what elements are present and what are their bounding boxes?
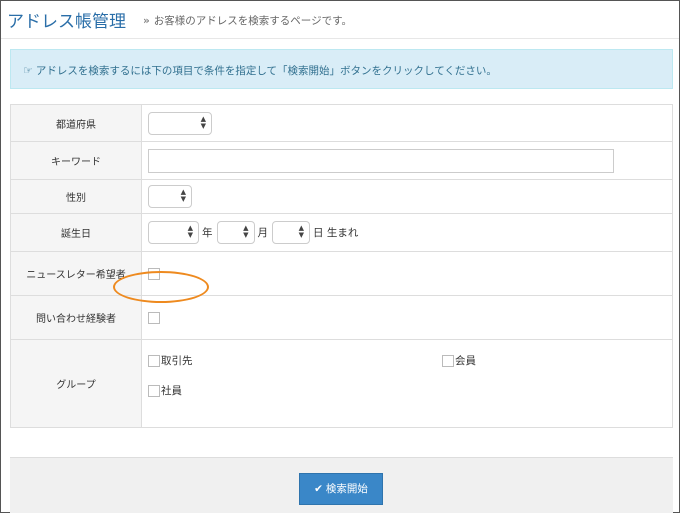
form-row-group: グループ 取引先 会員 社員 <box>10 339 673 428</box>
birth-month-select[interactable]: ▲ ▼ <box>216 221 255 244</box>
chevron-right-icon: » <box>143 15 150 27</box>
group-employee-checkbox[interactable] <box>148 385 160 397</box>
select-arrows-icon: ▲ ▼ <box>200 114 206 130</box>
form-row-birthday: 誕生日 ▲ ▼ 年 ▲ ▼ 月 ▲ ▼ 日 生まれ <box>10 213 673 252</box>
prefecture-label: 都道府県 <box>10 104 142 142</box>
group-employee-label: 社員 <box>161 385 182 397</box>
month-unit: 月 <box>257 227 269 239</box>
search-start-label: 検索開始 <box>325 483 368 495</box>
select-arrows-icon: ▲ ▼ <box>243 224 249 239</box>
group-member-label: 会員 <box>455 355 476 367</box>
inquiry-checkbox[interactable] <box>148 312 160 324</box>
inquiry-label: 問い合わせ経験者 <box>10 295 142 340</box>
select-arrows-icon: ▲ ▼ <box>298 224 304 239</box>
group-label: グループ <box>10 339 142 428</box>
form-row-prefecture: 都道府県 ▲ ▼ <box>10 104 673 142</box>
form-footer: ✔ 検索開始 <box>10 457 673 513</box>
search-start-button[interactable]: ✔ 検索開始 <box>299 473 383 505</box>
form-row-keyword: キーワード <box>10 141 673 180</box>
search-form-table: 都道府県 ▲ ▼ キーワード 性別 ▲ ▼ 誕生日 ▲ ▼ 年 ▲ ▼ 月 ▲ … <box>10 104 673 428</box>
check-icon: ✔ <box>314 483 323 495</box>
page-title: アドレス帳管理 <box>7 12 126 32</box>
group-option-client[interactable]: 取引先 <box>148 353 193 368</box>
group-client-label: 取引先 <box>161 355 193 367</box>
group-client-checkbox[interactable] <box>148 355 160 367</box>
prefecture-select[interactable]: ▲ ▼ <box>148 111 212 135</box>
birth-day-select[interactable]: ▲ ▼ <box>272 221 310 244</box>
form-row-inquiry: 問い合わせ経験者 <box>10 295 673 340</box>
birth-year-select[interactable]: ▲ ▼ <box>148 221 199 244</box>
gender-select[interactable]: ▲ ▼ <box>148 185 192 208</box>
highlight-ellipse <box>113 271 209 303</box>
keyword-label: キーワード <box>10 141 142 180</box>
form-row-newsletter: ニュースレター希望者 <box>10 251 673 296</box>
info-alert: ☞ アドレスを検索するには下の項目で条件を指定して「検索開始」ボタンをクリックして… <box>10 49 673 89</box>
page-frame: アドレス帳管理 » お客様のアドレスを検索するページです。 ☞ アドレスを検索するに… <box>0 0 680 513</box>
alert-text: アドレスを検索するには下の項目で条件を指定して「検索開始」ボタンをクリックしてく… <box>35 65 497 77</box>
gender-label: 性別 <box>10 179 142 214</box>
keyword-input[interactable] <box>148 148 614 173</box>
select-arrows-icon: ▲ ▼ <box>187 224 193 239</box>
page-subtitle-text: お客様のアドレスを検索するページです。 <box>153 15 353 27</box>
day-unit: 日 生まれ <box>313 227 359 239</box>
birthday-label: 誕生日 <box>10 213 142 252</box>
page-subtitle: » お客様のアドレスを検索するページです。 <box>143 13 352 28</box>
group-member-checkbox[interactable] <box>442 355 454 367</box>
page-header: アドレス帳管理 » お客様のアドレスを検索するページです。 <box>1 1 679 39</box>
year-unit: 年 <box>202 227 213 239</box>
form-row-gender: 性別 ▲ ▼ <box>10 179 673 214</box>
group-option-member[interactable]: 会員 <box>442 353 476 368</box>
hand-point-right-icon: ☞ <box>23 64 33 77</box>
group-option-employee[interactable]: 社員 <box>148 383 182 398</box>
select-arrows-icon: ▲ ▼ <box>180 188 186 203</box>
